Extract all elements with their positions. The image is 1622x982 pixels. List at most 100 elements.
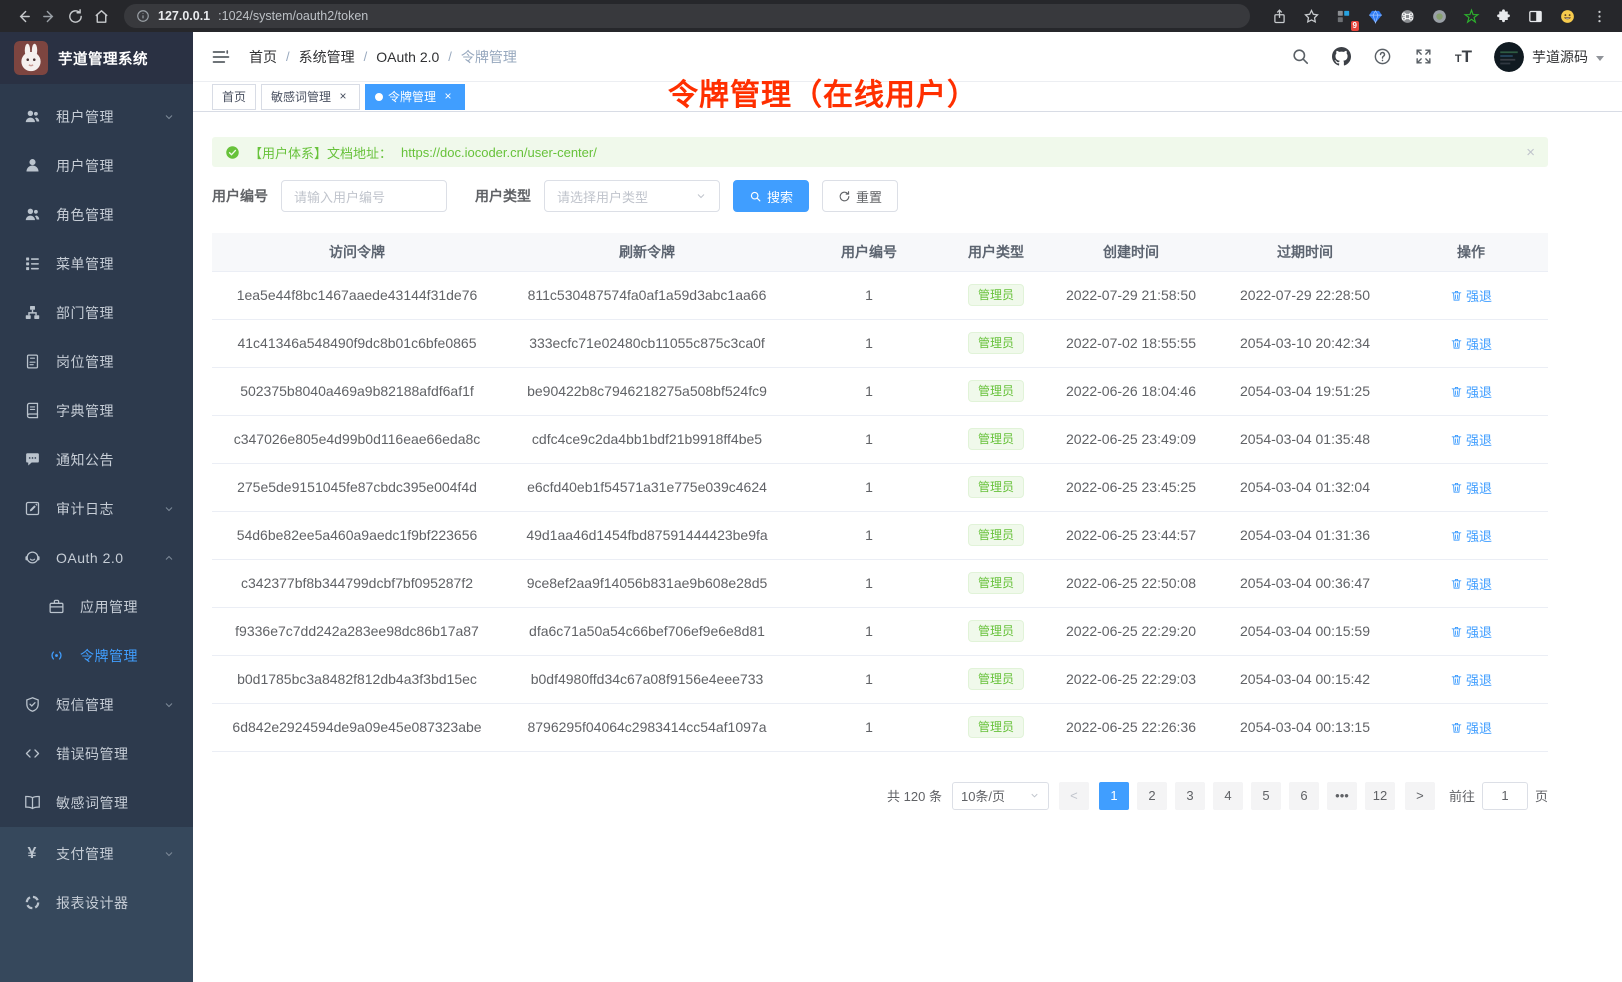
force-logout-button[interactable]: 强退 <box>1450 622 1492 641</box>
github-icon <box>1332 47 1351 66</box>
sidebar-item-oauth2-app[interactable]: 应用管理 <box>0 582 193 631</box>
home-button[interactable] <box>88 3 114 29</box>
sidebar-item-oauth2-token[interactable]: 令牌管理 <box>0 631 193 680</box>
tab-首页[interactable]: 首页 <box>212 84 256 110</box>
user-id-input[interactable]: 请输入用户编号 <box>281 180 447 212</box>
emoji-extension-button[interactable] <box>1554 3 1580 29</box>
github-link-button[interactable] <box>1332 47 1351 66</box>
bookmark-star-button[interactable] <box>1298 3 1324 29</box>
sidebar-item-pay[interactable]: ¥支付管理 <box>0 829 193 878</box>
sidebar-item-menu[interactable]: 菜单管理 <box>0 239 193 288</box>
star-extension-button[interactable] <box>1458 3 1484 29</box>
action-cell: 强退 <box>1394 319 1548 367</box>
sidebar-toggle-button[interactable] <box>211 47 231 67</box>
sidebar-item-sms[interactable]: 短信管理 <box>0 680 193 729</box>
goto-page-input[interactable]: 1 <box>1482 782 1528 810</box>
force-logout-button[interactable]: 强退 <box>1450 382 1492 401</box>
sidebar-item-notice[interactable]: 通知公告 <box>0 435 193 484</box>
pager-more-button[interactable]: ••• <box>1327 782 1357 810</box>
home-icon <box>93 8 110 25</box>
create-time-cell: 2022-07-02 18:55:55 <box>1046 319 1216 367</box>
prev-page-button[interactable]: < <box>1059 782 1089 810</box>
force-logout-label: 强退 <box>1466 718 1492 737</box>
breadcrumb-item[interactable]: 系统管理 <box>299 47 355 67</box>
user-type-select[interactable]: 请选择用户类型 <box>544 180 720 212</box>
force-logout-button[interactable]: 强退 <box>1450 718 1492 737</box>
tab-close-icon[interactable]: × <box>336 90 350 104</box>
browser-menu-button[interactable] <box>1586 3 1612 29</box>
force-logout-button[interactable]: 强退 <box>1450 430 1492 449</box>
search-button[interactable]: 搜索 <box>733 180 809 212</box>
hamburger-icon <box>211 47 231 67</box>
access-token-cell: 502375b8040a469a9b82188afdf6af1f <box>212 367 502 415</box>
page-button-4[interactable]: 4 <box>1213 782 1243 810</box>
extensions-puzzle-button[interactable] <box>1490 3 1516 29</box>
sidebar-item-user[interactable]: 用户管理 <box>0 141 193 190</box>
briefcase-icon <box>47 598 65 616</box>
sidebar-item-errcode[interactable]: 错误码管理 <box>0 729 193 778</box>
sidebar-item-tenant[interactable]: 租户管理 <box>0 92 193 141</box>
org-icon <box>23 304 41 322</box>
sidebar-item-report-designer[interactable]: 报表设计器 <box>0 878 193 927</box>
sidebar-item-audit-log[interactable]: 审计日志 <box>0 484 193 533</box>
split-screen-button[interactable] <box>1522 3 1548 29</box>
page-button-3[interactable]: 3 <box>1175 782 1205 810</box>
tab-敏感词管理[interactable]: 敏感词管理× <box>261 84 360 110</box>
extension-grid-button[interactable]: 9 <box>1330 3 1356 29</box>
reload-button[interactable] <box>62 3 88 29</box>
page-button-2[interactable]: 2 <box>1137 782 1167 810</box>
page-button-12[interactable]: 12 <box>1365 782 1395 810</box>
app-logo[interactable]: 芋道管理系统 <box>0 32 193 84</box>
page-button-1[interactable]: 1 <box>1099 782 1129 810</box>
sidebar-item-sensitive-word[interactable]: 敏感词管理 <box>0 778 193 827</box>
sidebar-item-label: 错误码管理 <box>56 744 129 764</box>
force-logout-button[interactable]: 强退 <box>1450 286 1492 305</box>
sidebar-item-oauth2[interactable]: OAuth 2.0 <box>0 533 193 582</box>
url-bar[interactable]: 127.0.0.1:1024/system/oauth2/token <box>124 4 1250 28</box>
alert-text: 【用户体系】文档地址： <box>249 143 392 162</box>
tab-close-icon[interactable]: × <box>441 90 455 104</box>
force-logout-label: 强退 <box>1466 334 1492 353</box>
force-logout-button[interactable]: 强退 <box>1450 478 1492 497</box>
alert-close-icon[interactable]: × <box>1526 144 1535 161</box>
font-size-button[interactable]: TT <box>1455 48 1472 65</box>
breadcrumb-item[interactable]: 首页 <box>249 47 277 67</box>
sidebar-item-role[interactable]: 角色管理 <box>0 190 193 239</box>
force-logout-button[interactable]: 强退 <box>1450 334 1492 353</box>
page-size-select[interactable]: 10条/页 <box>952 782 1049 810</box>
back-button[interactable] <box>10 3 36 29</box>
sidebar-item-post[interactable]: 岗位管理 <box>0 337 193 386</box>
reload-icon <box>67 8 84 25</box>
force-logout-button[interactable]: 强退 <box>1450 574 1492 593</box>
docs-help-button[interactable] <box>1373 47 1392 66</box>
sidebar-item-dict[interactable]: 字典管理 <box>0 386 193 435</box>
site-info-icon[interactable] <box>136 9 150 23</box>
force-logout-button[interactable]: 强退 <box>1450 526 1492 545</box>
forward-button[interactable] <box>36 3 62 29</box>
gem-extension-button[interactable] <box>1362 3 1388 29</box>
alert-doc-link[interactable]: https://doc.iocoder.cn/user-center/ <box>401 145 597 160</box>
sidebar-item-dept[interactable]: 部门管理 <box>0 288 193 337</box>
command-extension-button[interactable] <box>1394 3 1420 29</box>
force-logout-button[interactable]: 强退 <box>1450 670 1492 689</box>
tab-令牌管理[interactable]: 令牌管理× <box>365 84 465 110</box>
table-header-row: 访问令牌刷新令牌用户编号用户类型创建时间过期时间操作 <box>212 233 1548 271</box>
circle-extension-icon <box>1431 8 1448 25</box>
pager: 123456•••12 <box>1099 782 1395 810</box>
breadcrumb-item[interactable]: OAuth 2.0 <box>376 49 439 65</box>
reset-button[interactable]: 重置 <box>822 180 898 212</box>
user-menu[interactable]: 芋道源码 <box>1494 42 1604 72</box>
refresh-token-cell: 8796295f04064c2983414cc54af1097a <box>502 703 792 751</box>
access-token-cell: 54d6be82ee5a460a9aedc1f9bf223656 <box>212 511 502 559</box>
header-search-button[interactable] <box>1291 47 1310 66</box>
next-page-button[interactable]: > <box>1405 782 1435 810</box>
circle-extension-button[interactable] <box>1426 3 1452 29</box>
fullscreen-button[interactable] <box>1414 47 1433 66</box>
annotation-overlay: 令牌管理（在线用户） <box>668 70 978 114</box>
page-button-5[interactable]: 5 <box>1251 782 1281 810</box>
page-button-6[interactable]: 6 <box>1289 782 1319 810</box>
breadcrumb-item: 令牌管理 <box>461 47 517 67</box>
share-button[interactable] <box>1266 3 1292 29</box>
user-type-label: 用户类型 <box>475 186 531 206</box>
user-id-cell: 1 <box>792 607 946 655</box>
